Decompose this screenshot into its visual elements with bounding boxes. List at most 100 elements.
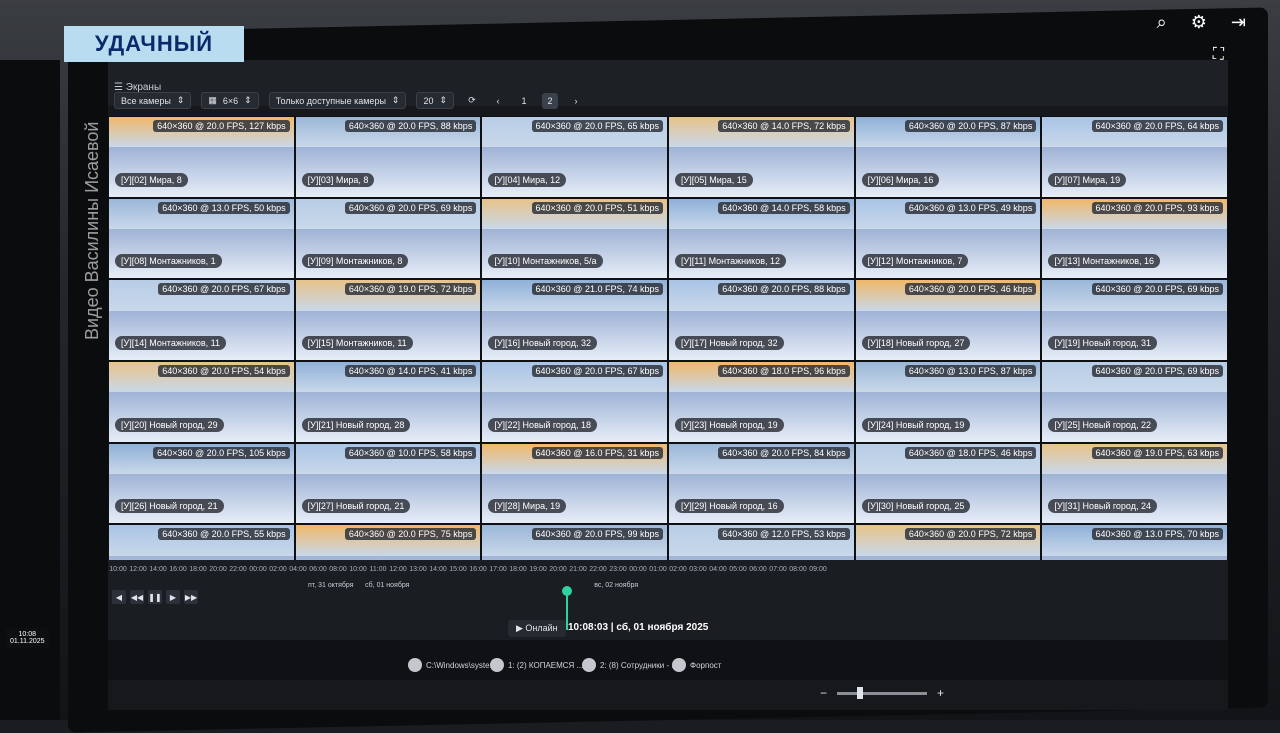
camera-stream-stats: 640×360 @ 20.0 FPS, 54 kbps <box>158 365 290 377</box>
camera-tile[interactable]: 640×360 @ 20.0 FPS, 67 kbps [У][14] Монта… <box>108 279 295 361</box>
camera-label: [У][09] Монтажников, 8 <box>301 254 409 269</box>
timeline-tick-label: 15:00 <box>449 566 467 573</box>
gear-icon[interactable]: ⚙ <box>1191 12 1207 33</box>
camera-label: [У][18] Новый город, 27 <box>861 335 971 350</box>
page-1-button[interactable]: 1 <box>516 93 532 109</box>
timeline-tick-label: 08:00 <box>789 566 807 573</box>
camera-tile[interactable]: 640×360 @ 20.0 FPS, 54 kbps [У][20] Новый… <box>108 361 295 443</box>
zoom-knob[interactable] <box>857 686 864 699</box>
video-credit: Видео Василины Исаевой <box>82 121 102 340</box>
taskbar: C:\Windows\syste... 1: (2) КОПАЕМСЯ ... … <box>108 640 1228 680</box>
rewind-icon[interactable]: ◀◀ <box>130 590 144 604</box>
camera-tile[interactable]: 640×360 @ 20.0 FPS, 69 kbps [У][09] Монта… <box>294 197 482 280</box>
camera-tile[interactable]: 640×360 @ 19.0 FPS, 63 kbps [У][31] Новый… <box>1041 442 1228 525</box>
pause-icon[interactable]: ❚❚ <box>148 590 162 604</box>
camera-tile[interactable]: 640×360 @ 14.0 FPS, 72 kbps [У][05] Мира,… <box>668 116 855 198</box>
taskbar-item[interactable]: C:\Windows\syste... <box>408 658 496 672</box>
camera-label: [У][27] Новый город, 21 <box>301 499 411 514</box>
playback-controls: ◀ ◀◀ ❚❚ ▶ ▶▶ <box>112 590 198 604</box>
page-2-button[interactable]: 2 <box>542 92 559 109</box>
toolbar-controls: Все камеры ⇕ ▦ 6×6 ⇕ Только доступные камер… <box>114 92 584 109</box>
camera-tile[interactable]: 640×360 @ 20.0 FPS, 88 kbps [У][17] Новый… <box>668 279 855 361</box>
camera-tile[interactable]: 640×360 @ 20.0 FPS, 84 kbps [У][29] Новый… <box>668 442 855 525</box>
camera-stream-stats: 640×360 @ 20.0 FPS, 65 kbps <box>531 120 663 132</box>
camera-tile[interactable]: 640×360 @ 20.0 FPS, 64 kbps [У][07] Мира,… <box>1041 116 1228 198</box>
camera-label: [У][03] Мира, 8 <box>301 172 375 187</box>
next-page-button[interactable]: › <box>568 93 584 109</box>
camera-feed-ground <box>109 147 294 197</box>
chevron-updown-icon: ⇕ <box>176 95 185 105</box>
rotate-icon[interactable]: ⟳ <box>464 93 480 109</box>
camera-tile[interactable]: 640×360 @ 13.0 FPS, 50 kbps [У][08] Монта… <box>108 197 295 280</box>
camera-stream-stats: 640×360 @ 21.0 FPS, 74 kbps <box>531 283 663 296</box>
camera-tile[interactable]: 640×360 @ 16.0 FPS, 31 kbps [У][28] Мира,… <box>481 442 668 525</box>
layout-select[interactable]: ▦ 6×6 ⇕ <box>201 92 259 109</box>
skip-forward-icon[interactable]: ▶▶ <box>184 590 198 604</box>
camera-tile[interactable]: 640×360 @ 13.0 FPS, 87 kbps [У][24] Новый… <box>854 361 1042 443</box>
prev-page-button[interactable]: ‹ <box>490 93 506 109</box>
taskbar-item[interactable]: 1: (2) КОПАЕМСЯ ... <box>490 658 583 672</box>
online-button[interactable]: ▶ Онлайн <box>508 620 566 637</box>
app-icon <box>582 658 596 672</box>
camera-tile[interactable]: 640×360 @ 20.0 FPS, 87 kbps [У][06] Мира,… <box>854 116 1042 198</box>
camera-tile[interactable]: 640×360 @ 20.0 FPS, 127 kbps [У][02] Мира… <box>108 116 295 198</box>
camera-tile[interactable]: 640×360 @ 18.0 FPS, 96 kbps [У][23] Новый… <box>668 361 855 443</box>
camera-tile[interactable]: 640×360 @ 20.0 FPS, 93 kbps [У][13] Монта… <box>1041 197 1228 280</box>
timeline-tick-label: 19:00 <box>529 566 547 573</box>
camera-tile[interactable]: 640×360 @ 14.0 FPS, 41 kbps [У][21] Новый… <box>294 361 482 443</box>
timeline-tick-label: 12:00 <box>389 566 407 573</box>
camera-tile[interactable]: 640×360 @ 20.0 FPS, 46 kbps [У][18] Новый… <box>854 279 1042 361</box>
camera-stream-stats: 640×360 @ 12.0 FPS, 53 kbps <box>718 528 850 541</box>
camera-tile[interactable]: 640×360 @ 20.0 FPS, 69 kbps [У][19] Новый… <box>1041 279 1228 361</box>
skip-back-icon[interactable]: ◀ <box>112 590 126 604</box>
timeline-tick-label: 02:00 <box>669 566 687 573</box>
camera-stream-stats: 640×360 @ 20.0 FPS, 67 kbps <box>158 283 290 296</box>
step-forward-icon[interactable]: ▶ <box>166 590 180 604</box>
camera-tile[interactable]: 640×360 @ 20.0 FPS, 67 kbps [У][22] Новый… <box>481 361 668 443</box>
per-page-select[interactable]: 20 ⇕ <box>416 92 455 109</box>
camera-tile[interactable]: 640×360 @ 13.0 FPS, 49 kbps [У][12] Монта… <box>854 197 1042 280</box>
camera-label: [У][24] Новый город, 19 <box>861 417 971 432</box>
camera-stream-stats: 640×360 @ 18.0 FPS, 46 kbps <box>904 446 1037 459</box>
camera-feed-ground <box>295 147 481 197</box>
camera-label: [У][19] Новый город, 31 <box>1048 335 1158 350</box>
fullscreen-icon[interactable]: ⛶ <box>1213 46 1224 64</box>
camera-feed-ground <box>1042 147 1227 197</box>
timeline-tick-label: 12:00 <box>129 566 147 573</box>
zoom-slider[interactable] <box>837 686 928 699</box>
camera-stream-stats: 640×360 @ 20.0 FPS, 105 kbps <box>153 446 290 459</box>
camera-filter-select[interactable]: Все камеры ⇕ <box>114 92 192 109</box>
camera-tile[interactable]: 640×360 @ 18.0 FPS, 46 kbps [У][30] Новый… <box>854 442 1042 525</box>
camera-tile[interactable]: 640×360 @ 21.0 FPS, 74 kbps [У][16] Новый… <box>481 279 668 361</box>
camera-stream-stats: 640×360 @ 14.0 FPS, 72 kbps <box>718 120 850 132</box>
windows-clock: 10:08 01.11.2025 <box>6 628 49 648</box>
camera-label: [У][04] Мира, 12 <box>488 172 567 187</box>
logout-icon[interactable]: ⇥ <box>1231 12 1246 33</box>
camera-stream-stats: 640×360 @ 20.0 FPS, 127 kbps <box>153 120 290 132</box>
camera-tile[interactable]: 640×360 @ 20.0 FPS, 65 kbps [У][04] Мира,… <box>481 116 668 198</box>
timeline-ticks: 10:00 12:00 14:00 16:00 18:00 20:00 22:00 00:00… <box>108 566 1228 573</box>
forpost-icon <box>672 658 686 672</box>
timeline-tick-label: 14:00 <box>429 566 447 573</box>
zoom-out-icon[interactable]: − <box>820 686 827 700</box>
camera-stream-stats: 640×360 @ 13.0 FPS, 50 kbps <box>158 201 290 214</box>
camera-stream-stats: 640×360 @ 19.0 FPS, 72 kbps <box>344 283 477 296</box>
zoom-control: − + <box>820 686 944 700</box>
zoom-in-icon[interactable]: + <box>937 686 944 700</box>
camera-tile[interactable]: 640×360 @ 20.0 FPS, 105 kbps [У][26] Новы… <box>108 442 295 525</box>
camera-tile[interactable]: 640×360 @ 20.0 FPS, 51 kbps [У][10] Монта… <box>481 197 668 280</box>
taskbar-item[interactable]: Форпост <box>672 658 721 672</box>
camera-tile[interactable]: 640×360 @ 20.0 FPS, 69 kbps [У][25] Новый… <box>1041 361 1228 443</box>
camera-tile[interactable]: 640×360 @ 14.0 FPS, 58 kbps [У][11] Монта… <box>668 197 855 280</box>
timeline-tick-label: 04:00 <box>709 566 727 573</box>
camera-tile[interactable]: 640×360 @ 20.0 FPS, 88 kbps [У][03] Мира,… <box>294 116 482 198</box>
availability-select[interactable]: Только доступные камеры ⇕ <box>268 92 407 109</box>
taskbar-item[interactable]: 2: (8) Сотрудники - ... <box>582 658 678 672</box>
camera-label: [У][16] Новый город, 32 <box>488 335 598 350</box>
camera-feed-ground <box>855 147 1041 197</box>
playhead-handle[interactable] <box>562 586 572 596</box>
camera-tile[interactable]: 640×360 @ 19.0 FPS, 72 kbps [У][15] Монта… <box>294 279 482 361</box>
search-icon[interactable]: ⌕ <box>1157 12 1167 33</box>
camera-stream-stats: 640×360 @ 20.0 FPS, 93 kbps <box>1091 201 1223 214</box>
camera-tile[interactable]: 640×360 @ 10.0 FPS, 58 kbps [У][27] Новый… <box>294 442 482 525</box>
